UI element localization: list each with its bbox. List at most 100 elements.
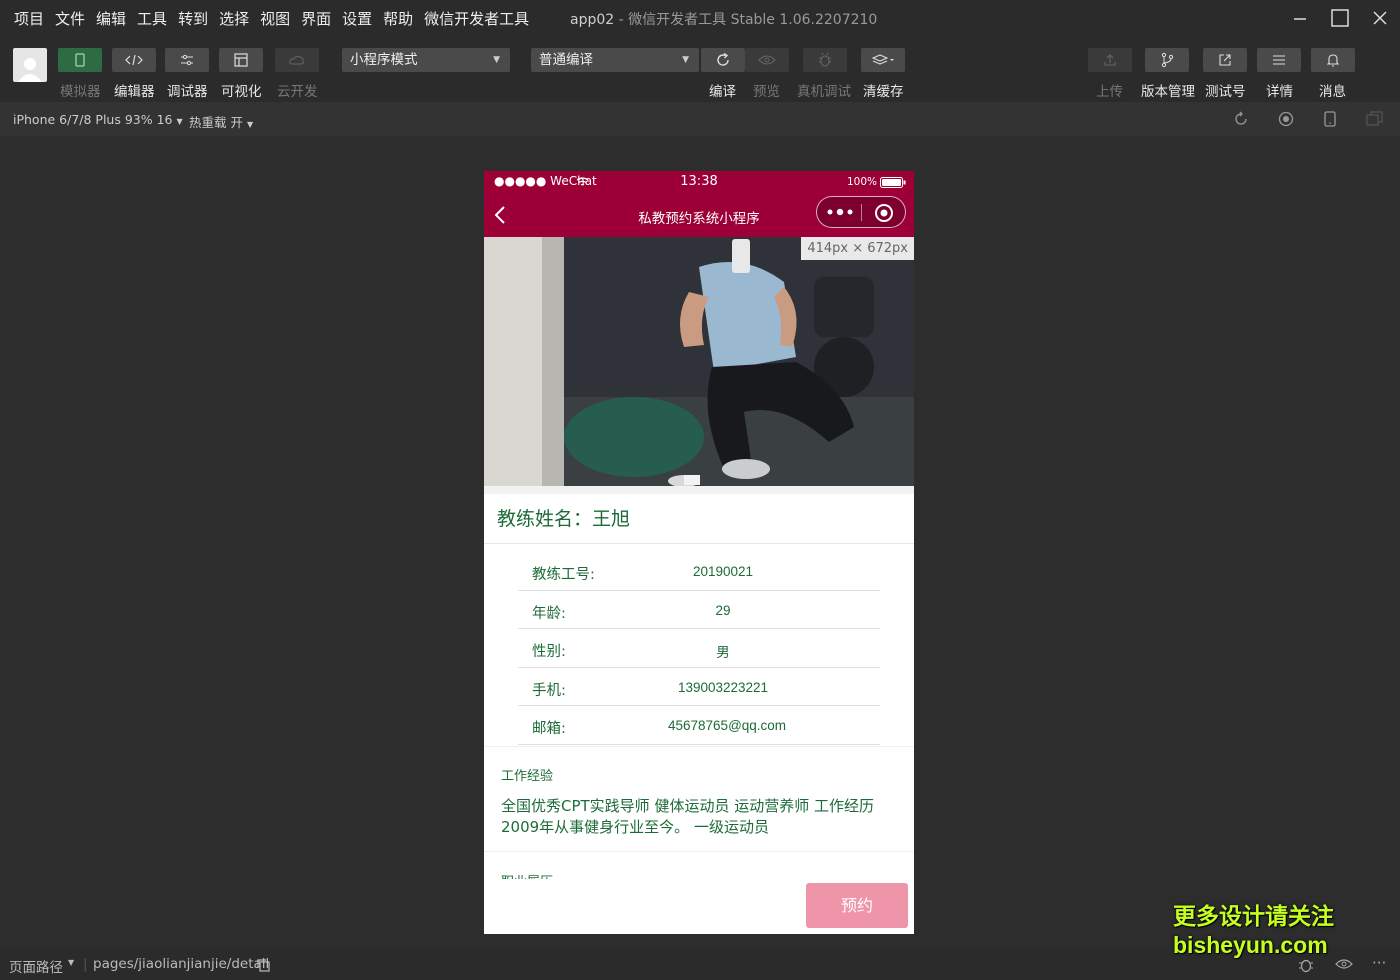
simulator-button[interactable]: [58, 48, 102, 72]
hot-reload-select[interactable]: 热重载 开 ▼: [189, 112, 253, 131]
menu-edit[interactable]: 编辑: [96, 8, 126, 29]
cloud-button[interactable]: [275, 48, 319, 72]
eye-icon: [758, 55, 776, 65]
eye-icon[interactable]: [1335, 958, 1353, 970]
menu-select[interactable]: 选择: [219, 8, 249, 29]
editor-button[interactable]: [112, 48, 156, 72]
bell-icon: [1326, 54, 1340, 67]
career-title: 职业履历: [501, 871, 601, 879]
windows-icon[interactable]: [1366, 111, 1384, 127]
chevron-down-icon: ▼: [682, 55, 689, 65]
close-button[interactable]: [1360, 0, 1400, 36]
sliders-icon: [181, 54, 193, 66]
watermark-line1: 更多设计请关注: [1173, 903, 1334, 929]
external-link-icon: [1219, 54, 1231, 66]
minimize-icon: [1294, 18, 1306, 20]
phone-nav-bar: 私教预约系统小程序: [484, 193, 914, 237]
menu-view[interactable]: 视图: [260, 8, 290, 29]
menu-icon: [1273, 55, 1285, 65]
path-divider: |: [83, 956, 88, 972]
minimize-button[interactable]: [1280, 0, 1320, 36]
remote-debug-button[interactable]: [803, 48, 847, 72]
layers-icon: [871, 54, 894, 65]
watermark-line2: bisheyun.com: [1173, 932, 1328, 958]
watermark: 更多设计请关注 bisheyun.com: [1173, 902, 1334, 960]
menu-devtools[interactable]: 微信开发者工具: [424, 8, 529, 29]
section-divider: [484, 851, 914, 852]
coach-info-table: 教练工号: 20190021 年龄: 29 性别: 男 手机: 13900322…: [484, 544, 914, 745]
cloud-icon: [289, 55, 304, 65]
info-row-gender: 性别: 男: [518, 629, 880, 668]
menu-tools[interactable]: 工具: [137, 8, 167, 29]
phone-status-bar: ●●●●● WeChat 13:38 100%: [484, 171, 914, 193]
details-button[interactable]: [1257, 48, 1301, 72]
hot-reload-value: 热重载 开: [189, 115, 243, 130]
experience-section: 工作经验 全国优秀CPT实践导师 健体运动员 运动营养师 工作经历2009年从事…: [484, 745, 914, 838]
section-separator: [484, 486, 914, 494]
upload-icon: [1104, 54, 1116, 66]
close-icon: [1373, 11, 1387, 25]
branch-icon: [1161, 52, 1174, 68]
preview-label: 预览: [753, 84, 780, 100]
upload-button[interactable]: [1088, 48, 1132, 72]
info-key: 年龄:: [532, 605, 566, 622]
bug-icon: [819, 52, 831, 67]
compile-label: 编译: [709, 84, 736, 100]
experience-content: 全国优秀CPT实践导师 健体运动员 运动营养师 工作经历2009年从事健身行业至…: [501, 796, 874, 836]
info-row-email: 邮箱: 45678765@qq.com: [518, 706, 880, 745]
close-circle-icon[interactable]: [874, 203, 894, 223]
menu-settings[interactable]: 设置: [342, 8, 372, 29]
capsule-menu: [816, 196, 906, 228]
record-icon[interactable]: [1278, 111, 1294, 127]
compile-select[interactable]: 普通编译 ▼: [531, 48, 699, 72]
phone-simulator: ●●●●● WeChat 13:38 100% 私教预约系统小程序 414px …: [484, 171, 914, 934]
debugger-button[interactable]: [165, 48, 209, 72]
window-title: app02 - 微信开发者工具 Stable 1.06.2207210: [570, 9, 877, 29]
info-value: 139003223221: [677, 679, 769, 695]
battery-text: 100%: [847, 176, 878, 188]
book-button[interactable]: 预约: [806, 883, 908, 928]
more-icon[interactable]: ···: [1372, 954, 1386, 972]
battery-icon: [880, 177, 906, 188]
coach-photo: 414px × 672px: [484, 237, 914, 486]
layout-icon: [234, 53, 248, 67]
menu-project[interactable]: 项目: [14, 8, 44, 29]
menu-file[interactable]: 文件: [55, 8, 85, 29]
rotate-icon[interactable]: [1233, 111, 1249, 127]
info-key: 手机:: [532, 682, 566, 699]
device-icon[interactable]: [1323, 111, 1337, 127]
visual-button[interactable]: [219, 48, 263, 72]
maximize-button[interactable]: [1320, 0, 1360, 36]
image-size-tag: 414px × 672px: [801, 237, 914, 260]
mode-select[interactable]: 小程序模式 ▼: [342, 48, 510, 72]
avatar[interactable]: [13, 48, 47, 82]
compile-select-value: 普通编译: [539, 52, 593, 68]
info-key: 邮箱:: [532, 721, 566, 737]
page-path-label[interactable]: 页面路径: [9, 956, 63, 976]
menu-bar: 项目 文件 编辑 工具 转到 选择 视图 界面 设置 帮助 微信开发者工具: [0, 8, 540, 29]
test-account-button[interactable]: [1203, 48, 1247, 72]
clear-cache-button[interactable]: [861, 48, 905, 72]
refresh-icon: [717, 52, 729, 66]
menu-help[interactable]: 帮助: [383, 8, 413, 29]
device-select-value: iPhone 6/7/8 Plus 93% 16: [13, 112, 173, 127]
version-button[interactable]: [1145, 48, 1189, 72]
messages-button[interactable]: [1311, 48, 1355, 72]
details-label: 详情: [1266, 84, 1293, 100]
device-select[interactable]: iPhone 6/7/8 Plus 93% 16 ▼: [13, 112, 183, 127]
mode-select-value: 小程序模式: [350, 52, 418, 68]
preview-button[interactable]: [745, 48, 789, 72]
menu-interface[interactable]: 界面: [301, 8, 331, 29]
app-version: - 微信开发者工具 Stable 1.06.2207210: [618, 12, 878, 28]
compile-button[interactable]: [701, 48, 745, 72]
editor-label: 编辑器: [114, 84, 155, 100]
more-icon[interactable]: [827, 208, 853, 216]
info-key: 性别:: [532, 644, 566, 660]
menu-goto[interactable]: 转到: [178, 8, 208, 29]
copy-icon[interactable]: [256, 958, 270, 972]
cloud-label: 云开发: [277, 84, 318, 100]
debugger-label: 调试器: [167, 84, 208, 100]
info-value: 29: [715, 602, 731, 618]
main-toolbar: 模拟器 编辑器 调试器 可视化 云开发 小程序模式 ▼ 普通编译 ▼ 编译 预览…: [0, 36, 1400, 102]
project-name: app02: [570, 12, 615, 28]
